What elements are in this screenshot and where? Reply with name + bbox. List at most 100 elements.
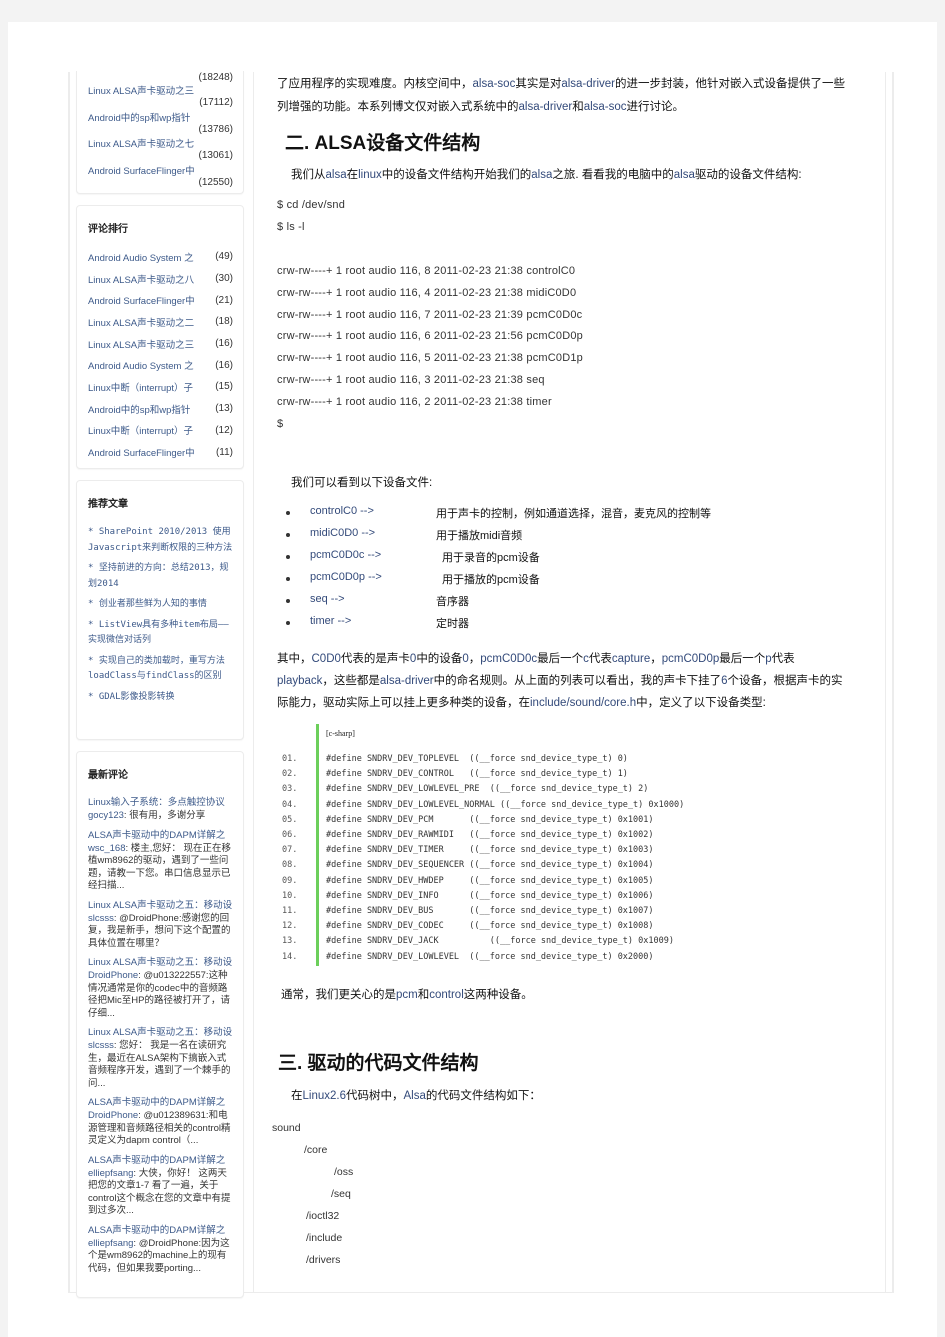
- comment-rank-link[interactable]: Android SurfaceFlinger中: [88, 445, 195, 459]
- comment-rank-link[interactable]: Linux ALSA声卡驱动之二: [88, 315, 194, 329]
- inline-term: pcmC0D0p: [661, 653, 720, 665]
- comment-author-link[interactable]: slcsss: [88, 1040, 114, 1051]
- comment-author-link[interactable]: DroidPhone: [88, 970, 138, 981]
- latest-comment-item: ALSA声卡驱动中的DAPM详解之 wsc_168: 楼主,您好： 现在正在移植w…: [77, 829, 243, 893]
- tree-entry: /drivers: [306, 1254, 341, 1266]
- inline-term: alsa-driver: [379, 675, 434, 687]
- text-run: 中的设备: [416, 653, 463, 665]
- comment-count: (49): [215, 251, 233, 263]
- code-line-number: 02.: [282, 769, 298, 780]
- comment-count: (16): [215, 338, 233, 350]
- inline-term: alsa-soc: [472, 78, 516, 90]
- code-line-number: 01.: [282, 754, 298, 764]
- code-line-number: 04.: [282, 799, 298, 810]
- inline-term: alsa: [673, 169, 695, 181]
- most-read-link[interactable]: Linux ALSA声卡驱动之七: [88, 136, 234, 150]
- comment-rank-link[interactable]: Android Audio System 之: [88, 250, 194, 264]
- text-run: 代码树中，: [345, 1090, 404, 1102]
- comment-rank-link[interactable]: Android Audio System 之: [88, 358, 194, 372]
- latest-comment-item: ALSA声卡驱动中的DAPM详解之 elliepfsang: @DroidPhon…: [77, 1224, 243, 1276]
- code-line: #define SNDRV_DEV_CODEC ((__force snd_de…: [326, 921, 654, 932]
- comment-rank-item: Linux ALSA声卡驱动之三 (16): [77, 333, 243, 355]
- most-read-link[interactable]: Android SurfaceFlinger中: [88, 163, 234, 177]
- text-run: 之旅. 看看我的电脑中的: [552, 169, 674, 181]
- code-line: #define SNDRV_DEV_HWDEP ((__force snd_de…: [326, 875, 654, 886]
- comment-rank-link[interactable]: Linux ALSA声卡驱动之八: [88, 272, 194, 286]
- explanation-line: 其中，C0D0代表的是声卡0中的设备0，pcmC0D0c最后一个c代表captu…: [277, 650, 795, 666]
- comment-rank-link[interactable]: Linux中断（interrupt）子: [88, 423, 193, 437]
- code-line-number: 05.: [282, 814, 298, 825]
- latest-comment-article-link[interactable]: ALSA声卡驱动中的DAPM详解之: [88, 1224, 235, 1238]
- text-run: 进行讨论。: [626, 101, 685, 113]
- text-run: 和: [572, 101, 584, 113]
- device-description: 定时器: [436, 618, 469, 630]
- comment-body: : 很有用，多谢分享: [123, 810, 206, 821]
- recommended-box: 推荐文章 * SharePoint 2010/2013 使用Javascript…: [76, 480, 244, 740]
- intro-line-1: 了应用程序的实现难度。内核空间中，alsa-soc其实是对alsa-driver…: [277, 75, 845, 91]
- latest-comment-article-link[interactable]: Linux ALSA声卡驱动之五：移动设: [88, 1026, 235, 1040]
- bullet-icon: [286, 577, 290, 581]
- tree-entry: /include: [306, 1232, 343, 1244]
- code-line-number: 07.: [282, 845, 298, 856]
- comment-author-link[interactable]: wsc_168: [88, 843, 126, 854]
- code-line: #define SNDRV_DEV_TOPLEVEL ((__force snd…: [326, 754, 628, 764]
- recommended-article-link[interactable]: * 创业者那些鲜为人知的事情: [88, 597, 235, 613]
- comment-count: (30): [215, 273, 233, 285]
- inline-term: control: [429, 989, 464, 1001]
- code-line: #define SNDRV_DEV_LOWLEVEL ((__force snd…: [326, 951, 654, 962]
- comment-rank-link[interactable]: Linux中断（interrupt）子: [88, 380, 193, 394]
- latest-comments-title: 最新评论: [88, 770, 128, 781]
- recommended-article-link[interactable]: * 坚持前进的方向：总结2013，规划2014: [88, 561, 235, 592]
- latest-comment-article-link[interactable]: Linux ALSA声卡驱动之五：移动设: [88, 956, 235, 970]
- comment-count: (21): [215, 294, 233, 306]
- comment-author-link[interactable]: slcsss: [88, 913, 114, 924]
- recommended-article-link[interactable]: * GDAL影像投影转换: [88, 690, 235, 706]
- intro-line-2: 列增强的功能。本系列博文仅对嵌入式系统中的alsa-driver和alsa-so…: [277, 98, 684, 114]
- device-name: timer -->: [310, 615, 352, 627]
- latest-comment-item: Linux ALSA声卡驱动之五：移动设 slcsss: 您好： 我是一名在读研究…: [77, 1026, 243, 1090]
- most-read-link[interactable]: Linux ALSA声卡驱动之三: [88, 83, 234, 97]
- most-read-link[interactable]: Android中的sp和wp指针: [88, 110, 234, 124]
- device-name: pcmC0D0p -->: [310, 571, 382, 583]
- comment-rank-link[interactable]: Android中的sp和wp指针: [88, 402, 190, 416]
- latest-comment-article-link[interactable]: ALSA声卡驱动中的DAPM详解之: [88, 1154, 235, 1168]
- shell-line: crw-rw----+ 1 root audio 116, 4 2011-02-…: [277, 286, 577, 299]
- latest-comment-item: ALSA声卡驱动中的DAPM详解之 elliepfsang: 大侠，你好！ 这两天…: [77, 1154, 243, 1218]
- inline-term: C0D0: [311, 653, 341, 665]
- code-language-label[interactable]: [c-sharp]: [326, 729, 355, 738]
- text-run: 这两种设备。: [463, 989, 533, 1001]
- comment-author-link[interactable]: elliepfsang: [88, 1238, 133, 1249]
- read-count: (17112): [199, 97, 233, 108]
- latest-comment-article-link[interactable]: ALSA声卡驱动中的DAPM详解之: [88, 829, 235, 843]
- recommended-article-link[interactable]: * SharePoint 2010/2013 使用Javascript来判断权限…: [88, 525, 235, 556]
- code-line: #define SNDRV_DEV_BUS ((__force snd_devi…: [326, 906, 654, 916]
- devices-intro: 我们可以看到以下设备文件:: [291, 477, 433, 489]
- latest-comment-article-link[interactable]: ALSA声卡驱动中的DAPM详解之: [88, 1096, 235, 1110]
- section-2-intro: 我们从alsa在linux中的设备文件结构开始我们的alsa之旅. 看看我的电脑…: [291, 166, 802, 182]
- inline-term: alsa: [325, 169, 347, 181]
- inline-term: alsa-driver: [518, 101, 573, 113]
- device-description: 用于播放的pcm设备: [442, 574, 540, 586]
- device-description: 用于声卡的控制，例如通道选择，混音，麦克风的控制等: [436, 508, 711, 520]
- recommended-article-link[interactable]: * ListView具有多种item布局——实现微信对话列: [88, 618, 235, 649]
- recommended-article-link[interactable]: * 实现自己的类加载时，重写方法loadClass与findClass的区别: [88, 654, 235, 685]
- comment-author-link[interactable]: gocy123: [88, 810, 124, 821]
- comment-rank-link[interactable]: Linux ALSA声卡驱动之三: [88, 337, 194, 351]
- comment-rank-box: 评论排行 Android Audio System 之 (49) Linux ALS…: [76, 205, 244, 469]
- read-count: (13786): [198, 123, 233, 135]
- device-name: controlC0 -->: [310, 505, 374, 517]
- comment-count: (18): [215, 316, 233, 328]
- shell-line: crw-rw----+ 1 root audio 116, 6 2011-02-…: [277, 330, 583, 343]
- comment-rank-item: Android Audio System 之 (16): [77, 354, 243, 376]
- latest-comment-article-link[interactable]: Linux输入子系统：多点触控协议: [88, 796, 235, 810]
- latest-comment-article-link[interactable]: Linux ALSA声卡驱动之五：移动设: [88, 899, 235, 913]
- bullet-icon: [286, 599, 290, 603]
- text-run: 在: [291, 1090, 303, 1102]
- latest-comment-item: Linux输入子系统：多点触控协议 gocy123: 很有用，多谢分享: [77, 796, 243, 823]
- comment-rank-link[interactable]: Android SurfaceFlinger中: [88, 293, 195, 307]
- code-line-number: 06.: [282, 830, 298, 840]
- comment-author-link[interactable]: elliepfsang: [88, 1168, 133, 1179]
- comment-author-link[interactable]: DroidPhone: [88, 1110, 138, 1121]
- text-run: 最后一个: [719, 653, 766, 665]
- code-line-number: 14.: [282, 951, 298, 962]
